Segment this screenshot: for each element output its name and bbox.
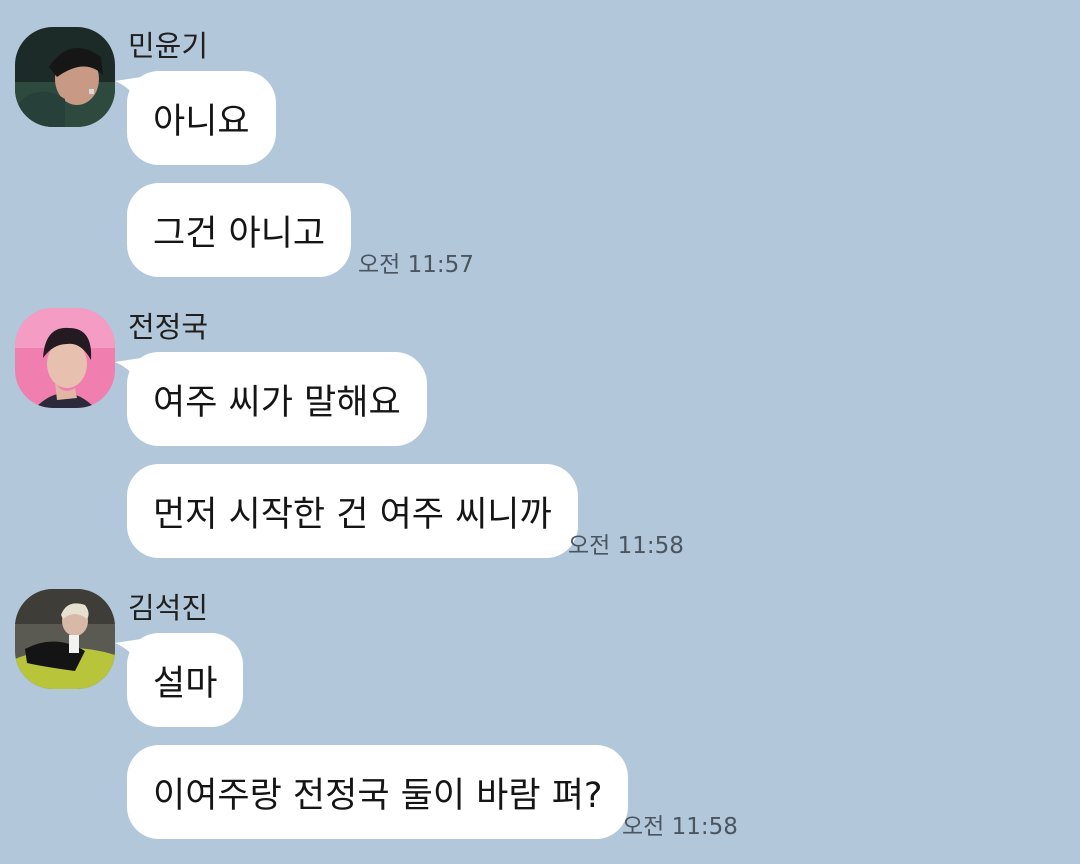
message-bubble[interactable]: 그건 아니고: [127, 183, 352, 277]
message-bubble[interactable]: 먼저 시작한 건 여주 씨니까: [127, 464, 578, 558]
message-timestamp: 오전 11:58: [568, 533, 684, 559]
sender-name: 김석진: [128, 591, 209, 625]
message-bubble[interactable]: 아니요: [115, 71, 276, 165]
avatar-jeonjungkook[interactable]: [15, 308, 115, 408]
message-text: 이여주랑 전정국 둘이 바람 펴?: [153, 775, 603, 816]
sender-name: 민윤기: [128, 29, 209, 63]
message-timestamp: 오전 11:58: [622, 814, 738, 840]
message-text: 그건 아니고: [153, 213, 326, 254]
message-bubble[interactable]: 여주 씨가 말해요: [115, 352, 427, 446]
chat-area[interactable]: 민윤기 아니요 그건 아니고 오전 11:57 전정국 여주 씨가 말해요 먼저…: [0, 0, 1080, 864]
message-bubble[interactable]: 설마: [115, 633, 244, 727]
message-text: 설마: [153, 663, 218, 704]
bubble-tail: [115, 77, 141, 99]
message-text: 여주 씨가 말해요: [153, 382, 401, 423]
message-timestamp: 오전 11:57: [358, 252, 474, 278]
profile-photo-icon: [15, 589, 115, 689]
bubble-tail: [115, 358, 141, 380]
avatar-minyoongi[interactable]: [15, 27, 115, 127]
message-bubble[interactable]: 이여주랑 전정국 둘이 바람 펴?: [127, 745, 629, 839]
message-text: 아니요: [153, 101, 250, 142]
message-text: 먼저 시작한 건 여주 씨니까: [153, 494, 552, 535]
sender-name: 전정국: [128, 310, 209, 344]
avatar-kimseokjin[interactable]: [15, 589, 115, 689]
profile-photo-icon: [15, 308, 115, 408]
profile-photo-icon: [15, 27, 115, 127]
bubble-tail: [115, 639, 141, 661]
